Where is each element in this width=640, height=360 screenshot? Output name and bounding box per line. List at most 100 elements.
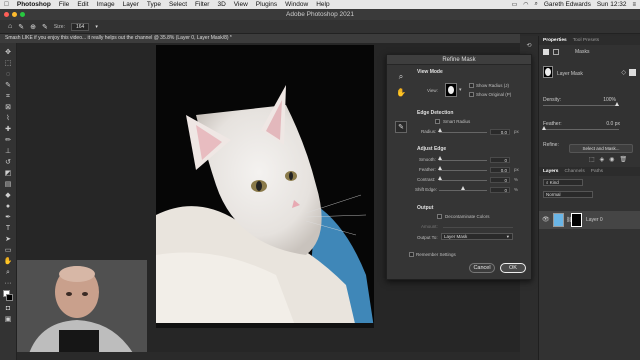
document-tab[interactable]: Smash LIKE if you enjoy this video... it… (0, 34, 520, 43)
show-original-checkbox[interactable] (469, 92, 474, 97)
control-center-icon[interactable]: ≡ (632, 2, 636, 8)
clone-stamp-tool-icon[interactable]: ⊥ (2, 146, 14, 157)
cancel-button[interactable]: Cancel (469, 263, 495, 273)
view-mode-thumbnail[interactable] (445, 83, 457, 97)
radius-value-input[interactable]: 0.0 (490, 129, 510, 135)
visibility-eye-icon[interactable]: 👁 (542, 216, 550, 223)
menu-plugins[interactable]: Plugins (252, 0, 281, 9)
show-radius-checkbox[interactable] (469, 83, 474, 88)
chevron-down-icon[interactable]: ▾ (95, 24, 98, 30)
view-dropdown-icon[interactable]: ▾ (459, 87, 462, 93)
feather-slider[interactable] (439, 170, 487, 171)
brush-tool-small-icon[interactable]: ✎ (42, 23, 48, 31)
vector-mask-icon[interactable] (553, 49, 559, 55)
tab-paths[interactable]: Paths (591, 169, 603, 174)
menu-file[interactable]: File (55, 0, 73, 9)
properties-feather-value[interactable]: 0.0 px (606, 121, 620, 127)
zoom-tool-icon[interactable]: ⌕ (2, 267, 14, 278)
menu-photoshop[interactable]: Photoshop (13, 0, 55, 9)
output-to-select[interactable]: Layer Mask ▾ (441, 233, 513, 240)
home-icon[interactable]: ⌂ (8, 23, 12, 30)
artboard-tool-icon[interactable]: ⬚ (2, 58, 14, 69)
menu-edit[interactable]: Edit (73, 0, 92, 9)
shift-edge-slider-thumb[interactable] (461, 186, 465, 190)
wifi-icon[interactable]: ◠ (523, 1, 528, 8)
zoom-window-button[interactable] (20, 12, 25, 17)
tab-channels[interactable]: Channels (564, 169, 584, 174)
menu-type[interactable]: Type (143, 0, 165, 9)
shift-edge-value-input[interactable]: 0 (490, 187, 510, 193)
tab-properties[interactable]: Properties (543, 38, 567, 43)
radius-slider[interactable] (439, 132, 487, 133)
document-canvas[interactable] (156, 45, 374, 328)
density-slider[interactable] (543, 105, 619, 106)
healing-brush-tool-icon[interactable]: ✚ (2, 124, 14, 135)
lasso-tool-icon[interactable]: ◌ (2, 69, 14, 80)
menu-filter[interactable]: Filter (191, 0, 213, 9)
vector-icon[interactable]: ◇ (621, 69, 626, 76)
menu-help[interactable]: Help (312, 0, 333, 9)
layer-filter-select[interactable]: ⌕ Kind (543, 179, 583, 186)
disable-mask-icon[interactable]: ◉ (609, 156, 614, 163)
screen-mode-icon[interactable]: ▣ (2, 314, 14, 325)
menu-3d[interactable]: 3D (213, 0, 229, 9)
more-tools-icon[interactable]: ··· (2, 278, 14, 289)
layer-name[interactable]: Layer 0 (586, 217, 603, 223)
shift-edge-slider[interactable] (439, 190, 487, 191)
move-tool-icon[interactable]: ✥ (2, 47, 14, 58)
zoom-tool-icon[interactable]: ⌕ (395, 71, 407, 83)
contrast-slider[interactable] (439, 180, 487, 181)
history-brush-tool-icon[interactable]: ↺ (2, 157, 14, 168)
brush-tool-icon[interactable]: ✎ (18, 23, 24, 31)
tab-layers[interactable]: Layers (543, 169, 558, 174)
contrast-slider-thumb[interactable] (438, 176, 442, 180)
minimize-window-button[interactable] (12, 12, 17, 17)
dodge-tool-icon[interactable]: ● (2, 201, 14, 212)
crop-tool-icon[interactable]: ⌗ (2, 91, 14, 102)
hand-tool-icon[interactable]: ✋ (395, 87, 407, 99)
brush-size-input[interactable]: 164 (70, 22, 90, 31)
menu-select[interactable]: Select (165, 0, 191, 9)
smooth-slider-thumb[interactable] (438, 156, 442, 160)
pen-tool-icon[interactable]: ✒ (2, 212, 14, 223)
feather-value-input[interactable]: 0.0 (490, 167, 510, 173)
menu-layer[interactable]: Layer (119, 0, 143, 9)
add-subtract-icon[interactable]: ⊕ (30, 23, 36, 31)
apply-mask-icon[interactable]: ◈ (600, 156, 605, 163)
feather-slider-thumb[interactable] (438, 166, 442, 170)
ok-button[interactable]: OK (500, 263, 526, 273)
radius-slider-thumb[interactable] (438, 128, 442, 132)
layer-row[interactable]: 👁 ⛓ Layer 0 (539, 211, 640, 229)
load-selection-icon[interactable]: ⬚ (589, 156, 595, 163)
close-window-button[interactable] (4, 12, 9, 17)
refine-radius-tool-icon[interactable]: ✎ (395, 121, 407, 133)
color-swatches-icon[interactable] (2, 289, 14, 303)
delete-mask-icon[interactable]: 🗑 (620, 156, 628, 163)
properties-feather-slider-thumb[interactable] (542, 126, 546, 130)
blur-tool-icon[interactable]: ◆ (2, 190, 14, 201)
history-panel-icon[interactable]: ⟲ (526, 42, 531, 49)
hand-tool-icon[interactable]: ✋ (2, 256, 14, 267)
smart-radius-checkbox[interactable] (435, 119, 440, 124)
search-icon[interactable]: ⌕ (535, 1, 538, 8)
select-mask-icon[interactable] (629, 69, 636, 76)
contrast-value-input[interactable]: 0 (490, 177, 510, 183)
screen-icon[interactable]: ▭ (512, 1, 518, 8)
menu-image[interactable]: Image (93, 0, 119, 9)
remember-settings-checkbox[interactable] (409, 252, 414, 257)
select-and-mask-button[interactable]: Select and Mask... (569, 144, 633, 153)
user-name[interactable]: Gareth Edwards (544, 1, 591, 8)
eyedropper-tool-icon[interactable]: ⌇ (2, 113, 14, 124)
tab-tool-presets[interactable]: Tool Presets (573, 38, 599, 43)
density-slider-thumb[interactable] (615, 102, 619, 106)
menu-clock[interactable]: Sun 12:32 (597, 1, 627, 8)
type-tool-icon[interactable]: T (2, 223, 14, 234)
smooth-slider[interactable] (439, 160, 487, 161)
eraser-tool-icon[interactable]: ◩ (2, 168, 14, 179)
menu-window[interactable]: Window (281, 0, 312, 9)
rectangle-tool-icon[interactable]: ▭ (2, 245, 14, 256)
menu-view[interactable]: View (230, 0, 252, 9)
pixel-mask-icon[interactable] (543, 49, 549, 55)
frame-tool-icon[interactable]: ⊠ (2, 102, 14, 113)
quick-mask-icon[interactable]: ◘ (2, 303, 14, 314)
